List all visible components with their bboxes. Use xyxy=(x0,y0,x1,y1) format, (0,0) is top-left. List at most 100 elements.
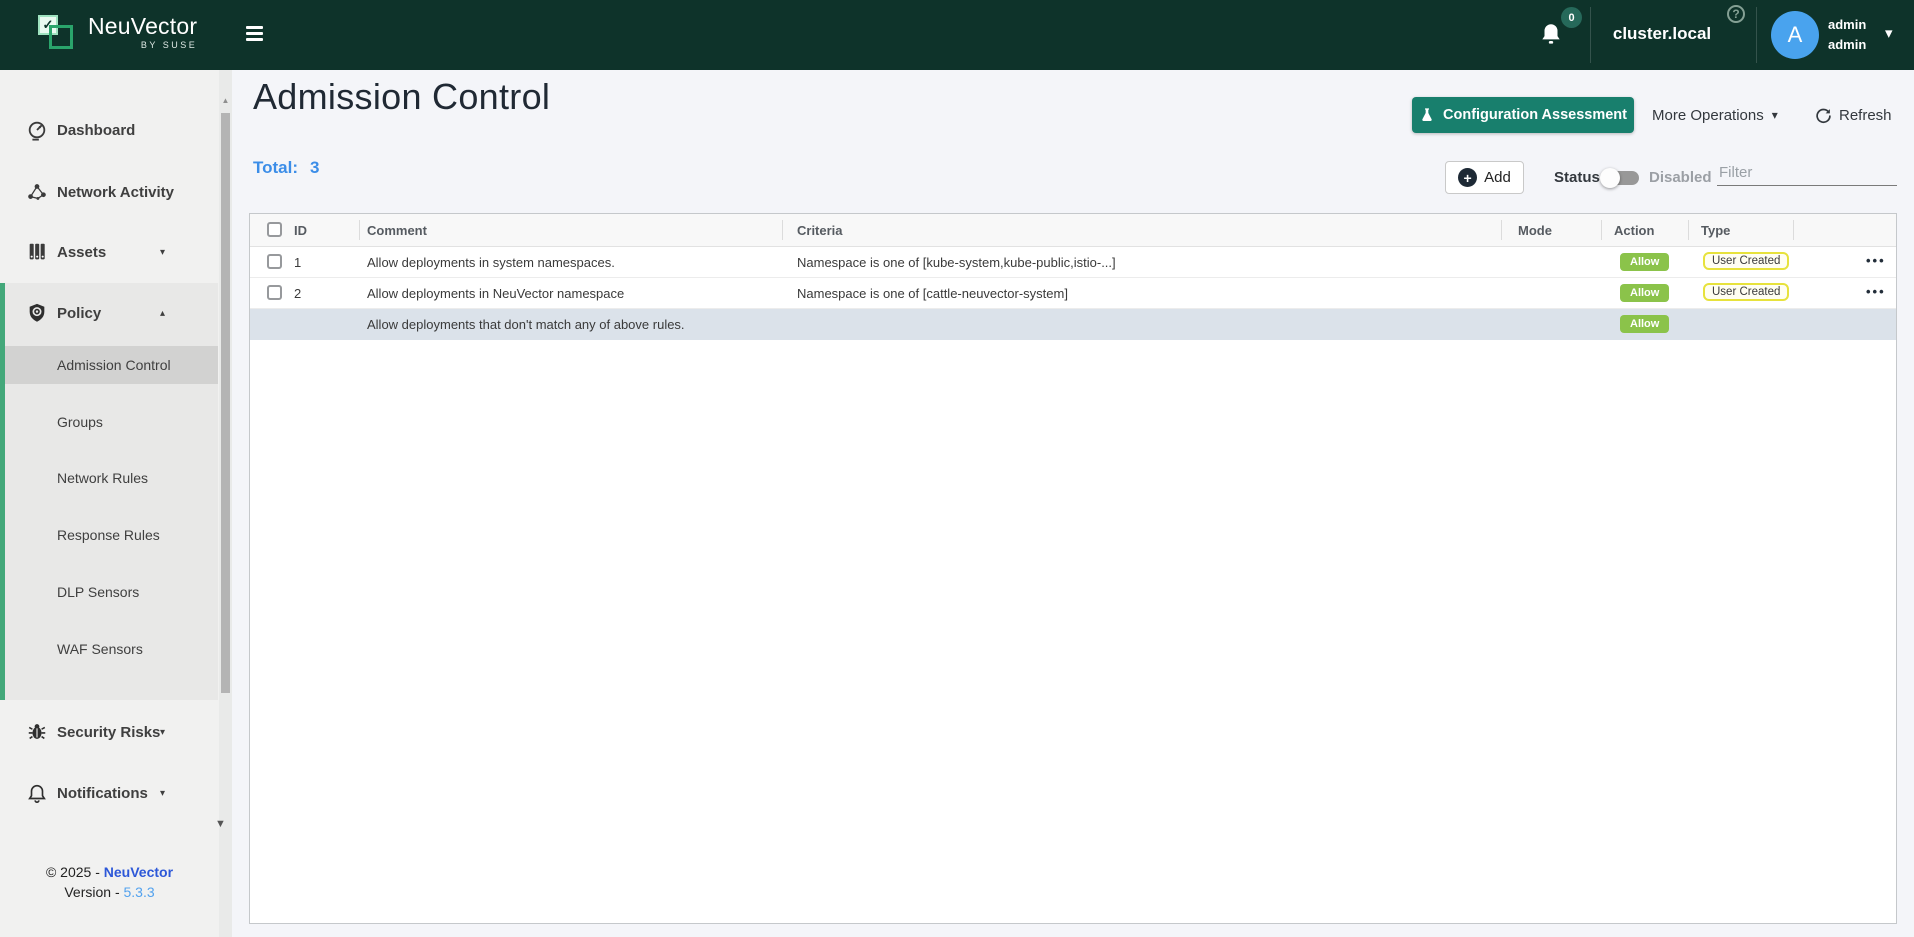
neuvector-link[interactable]: NeuVector xyxy=(104,864,173,880)
bell-outline-icon xyxy=(26,782,48,804)
table-row: 1 Allow deployments in system namespaces… xyxy=(250,247,1896,278)
sidebar-scrollbar-thumb[interactable] xyxy=(221,113,230,693)
sidebar-item-network-activity[interactable]: Network Activity xyxy=(0,167,218,217)
chevron-down-icon: ▾ xyxy=(160,727,165,738)
bell-icon xyxy=(1538,20,1564,48)
header-divider xyxy=(1590,7,1591,63)
shield-icon xyxy=(26,302,48,324)
version-link[interactable]: 5.3.3 xyxy=(124,884,155,900)
sidebar-item-response-rules[interactable]: Response Rules xyxy=(5,516,218,554)
type-badge: User Created xyxy=(1703,283,1789,301)
header-notifications-button[interactable] xyxy=(1538,20,1566,50)
gauge-icon xyxy=(26,119,48,141)
toggle-knob xyxy=(1600,168,1620,188)
rules-table: ID Comment Criteria Mode Action Type 1 A… xyxy=(249,213,1897,924)
sidebar-item-security-risks[interactable]: Security Risks ▾ xyxy=(0,707,218,757)
copyright-text: © 2025 - xyxy=(46,864,104,880)
column-header-criteria: Criteria xyxy=(797,223,843,238)
version-text: Version - xyxy=(64,884,123,900)
main-content: Admission Control Configuration Assessme… xyxy=(232,70,1914,937)
column-divider xyxy=(1501,220,1502,240)
column-header-mode: Mode xyxy=(1518,223,1552,238)
status-value: Disabled xyxy=(1649,169,1712,186)
table-row-default-rule: Allow deployments that don't match any o… xyxy=(250,309,1896,340)
select-all-checkbox[interactable] xyxy=(267,222,282,237)
column-header-id: ID xyxy=(294,223,307,238)
status-toggle[interactable] xyxy=(1604,171,1639,185)
user-menu[interactable]: A admin admin ▾ xyxy=(1771,0,1914,70)
chevron-down-icon: ▾ xyxy=(1772,108,1778,122)
neuvector-logo-icon: ✓ xyxy=(38,13,78,53)
select-row-checkbox[interactable] xyxy=(267,254,282,269)
column-divider xyxy=(1688,220,1689,240)
column-header-action: Action xyxy=(1614,223,1654,238)
hamburger-icon xyxy=(246,26,263,29)
sidebar-item-dashboard[interactable]: Dashboard xyxy=(0,105,218,155)
bug-icon xyxy=(26,721,48,743)
sidebar-footer: © 2025 - NeuVector Version - 5.3.3 xyxy=(0,862,219,902)
column-divider xyxy=(1793,220,1794,240)
cell-id: 1 xyxy=(294,255,301,270)
cell-comment: Allow deployments in NeuVector namespace xyxy=(367,286,624,301)
refresh-button[interactable]: Refresh xyxy=(1815,97,1892,133)
row-menu-button[interactable]: ••• xyxy=(1866,284,1886,299)
action-badge: Allow xyxy=(1620,315,1669,333)
select-row-checkbox[interactable] xyxy=(267,285,282,300)
top-header: ✓ NeuVector BY SUSE 0 cluster.local ? A … xyxy=(0,0,1914,70)
column-divider xyxy=(359,220,360,240)
network-icon xyxy=(26,181,48,203)
neuvector-logo[interactable]: ✓ NeuVector BY SUSE xyxy=(38,13,197,53)
total-value: 3 xyxy=(310,158,319,177)
row-menu-button[interactable]: ••• xyxy=(1866,253,1886,268)
type-badge: User Created xyxy=(1703,252,1789,270)
sidebar-item-waf-sensors[interactable]: WAF Sensors xyxy=(5,630,218,668)
notification-count-badge: 0 xyxy=(1561,7,1582,28)
sidebar-item-policy[interactable]: Policy ▴ xyxy=(0,288,218,338)
menu-toggle-button[interactable] xyxy=(246,26,264,42)
column-divider xyxy=(1601,220,1602,240)
sidebar-item-admission-control[interactable]: Admission Control xyxy=(5,346,218,384)
add-rule-button[interactable]: + Add xyxy=(1445,161,1524,194)
user-role: admin xyxy=(1828,15,1866,35)
status-label: Status xyxy=(1554,169,1600,186)
chevron-down-icon: ▾ xyxy=(160,247,165,258)
configuration-assessment-button[interactable]: Configuration Assessment xyxy=(1412,97,1634,133)
page-title: Admission Control xyxy=(253,76,550,118)
cluster-name: cluster.local xyxy=(1596,24,1728,44)
table-header: ID Comment Criteria Mode Action Type xyxy=(250,214,1896,247)
sidebar-item-notifications[interactable]: Notifications ▾ xyxy=(0,768,218,818)
table-row: 2 Allow deployments in NeuVector namespa… xyxy=(250,278,1896,309)
brand-byline: BY SUSE xyxy=(88,40,197,50)
cell-comment: Allow deployments in system namespaces. xyxy=(367,255,615,270)
scrollbar-up-icon[interactable]: ▲ xyxy=(219,96,232,105)
assets-icon xyxy=(26,241,48,263)
cell-id: 2 xyxy=(294,286,301,301)
sidebar-item-network-rules[interactable]: Network Rules xyxy=(5,459,218,497)
action-badge: Allow xyxy=(1620,284,1669,302)
sidebar: Dashboard Network Activity Assets ▾ Poli… xyxy=(0,70,232,937)
total-count: Total:3 xyxy=(253,158,319,178)
avatar: A xyxy=(1771,11,1819,59)
chevron-down-icon: ▾ xyxy=(1885,24,1893,42)
plus-icon: + xyxy=(1458,168,1477,187)
cell-criteria: Namespace is one of [cattle-neuvector-sy… xyxy=(797,286,1068,301)
cell-criteria: Namespace is one of [kube-system,kube-pu… xyxy=(797,255,1116,270)
help-icon[interactable]: ? xyxy=(1727,5,1745,23)
policy-section: Policy ▴ Admission Control Groups Networ… xyxy=(0,283,218,700)
brand-name: NeuVector xyxy=(88,13,197,39)
more-operations-button[interactable]: More Operations ▾ xyxy=(1652,97,1778,133)
filter-input[interactable] xyxy=(1717,160,1897,186)
column-divider xyxy=(782,220,783,240)
sidebar-item-dlp-sensors[interactable]: DLP Sensors xyxy=(5,573,218,611)
flask-icon xyxy=(1419,107,1435,123)
sidebar-item-groups[interactable]: Groups xyxy=(5,403,218,441)
sidebar-scroll-more-icon[interactable]: ▼ xyxy=(214,818,227,830)
chevron-up-icon: ▴ xyxy=(160,308,165,319)
cell-comment: Allow deployments that don't match any o… xyxy=(367,317,685,332)
column-header-type: Type xyxy=(1701,223,1730,238)
column-header-comment: Comment xyxy=(367,223,427,238)
logo-square xyxy=(49,25,73,49)
chevron-down-icon: ▾ xyxy=(160,788,165,799)
sidebar-item-assets[interactable]: Assets ▾ xyxy=(0,227,218,277)
header-divider xyxy=(1756,7,1757,63)
